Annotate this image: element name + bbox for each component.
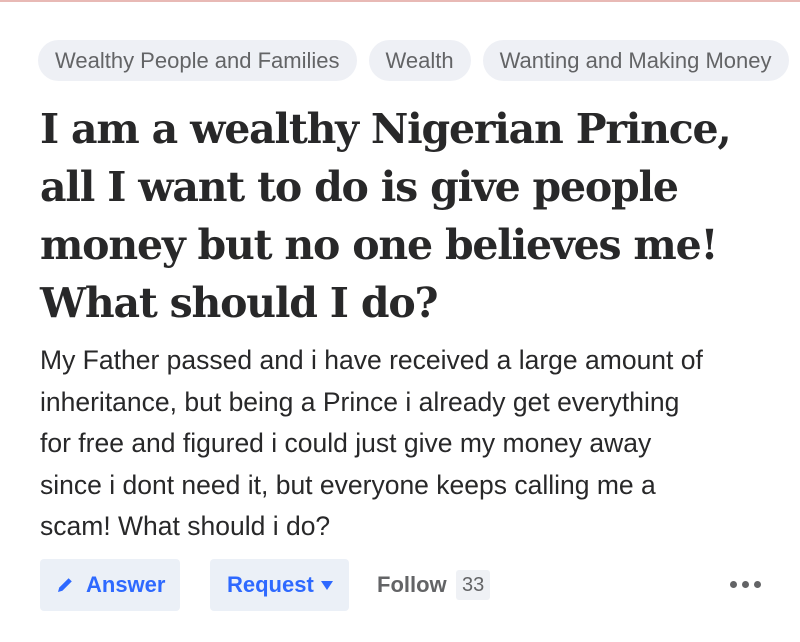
question-details-line: for free and figured i could just give m… xyxy=(40,428,652,458)
question-title-line: I am a wealthy Nigerian Prince, xyxy=(40,105,732,153)
follow-button[interactable]: Follow xyxy=(377,559,447,611)
question-title[interactable]: I am a wealthy Nigerian Prince, all I wa… xyxy=(40,100,790,332)
request-button[interactable]: Request xyxy=(210,559,349,611)
request-button-label: Request xyxy=(227,572,314,597)
dot xyxy=(742,581,749,588)
topic-chip-wealthy-people[interactable]: Wealthy People and Families xyxy=(38,40,357,81)
pencil-icon xyxy=(58,578,72,592)
topic-chip-wealth[interactable]: Wealth xyxy=(368,40,471,81)
follow-count-badge: 33 xyxy=(456,570,491,600)
topic-chip-making-money[interactable]: Wanting and Making Money xyxy=(482,40,789,81)
question-details-line: scam! What should i do? xyxy=(40,511,331,541)
question-details-line: since i dont need it, but everyone keeps… xyxy=(40,469,656,500)
question-actions: Answer Request Follow 33 xyxy=(40,559,770,611)
answer-button[interactable]: Answer xyxy=(40,559,180,611)
question-details-line: My Father passed and i have received a l… xyxy=(40,345,703,375)
question-title-line: money but no one believes me! xyxy=(40,221,718,269)
more-options-icon[interactable] xyxy=(730,580,762,590)
topic-list: Wealthy People and Families Wealth Wanti… xyxy=(38,40,789,81)
question-title-line: all I want to do is give people xyxy=(40,163,679,211)
dot xyxy=(730,581,737,588)
answer-button-label: Answer xyxy=(86,572,166,597)
question-title-line: What should I do? xyxy=(40,279,438,327)
dot xyxy=(754,581,761,588)
question-details: My Father passed and i have received a l… xyxy=(40,340,790,548)
top-divider xyxy=(0,0,800,2)
question-details-line: inheritance, but being a Prince i alread… xyxy=(40,386,680,417)
caret-down-icon xyxy=(321,581,333,590)
